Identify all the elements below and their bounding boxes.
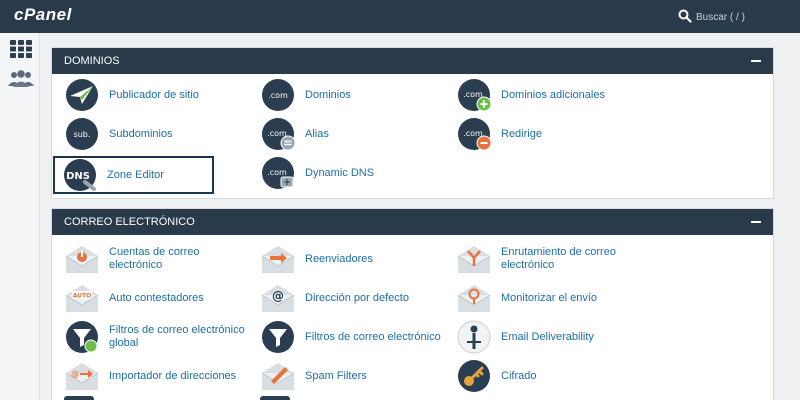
- item-email-filters[interactable]: Filtros de correo electrónico: [250, 320, 446, 354]
- item-subdomains[interactable]: sub. Subdominios: [54, 117, 250, 151]
- item-label: Enrutamiento de correo electrónico: [501, 246, 616, 271]
- grid-icon[interactable]: [8, 38, 34, 60]
- filter-icon: [262, 321, 294, 353]
- item-label: Importador de direcciones: [109, 369, 237, 382]
- svg-text:.com: .com: [267, 168, 287, 177]
- svg-text:@: @: [272, 289, 284, 303]
- item-label: Email Deliverability: [501, 330, 594, 343]
- section-title: DOMINIOS: [64, 55, 120, 67]
- item-label: Filtros de correo electrónico global: [109, 324, 245, 349]
- item-spam-filters[interactable]: Spam Filters: [250, 359, 446, 393]
- item-zone-editor[interactable]: DNS Zone Editor: [53, 156, 214, 194]
- item-label: Spam Filters: [305, 369, 367, 382]
- dns-icon: DNS: [64, 159, 96, 191]
- item-label: Cuentas de correo electrónico: [109, 246, 200, 271]
- item-label: Zone Editor: [107, 168, 164, 181]
- svg-text:sub.: sub.: [74, 130, 91, 139]
- item-dynamic-dns[interactable]: .com Dynamic DNS: [250, 156, 446, 190]
- svg-text:AUTO: AUTO: [73, 293, 92, 300]
- partial-icon: [260, 396, 290, 400]
- item-email-routing[interactable]: Enrutamiento de correo electrónico: [446, 242, 642, 276]
- item-redirects[interactable]: .com Redirige: [446, 117, 642, 151]
- mail-accounts-icon: [65, 246, 99, 273]
- item-label: Redirige: [501, 127, 542, 140]
- item-autoresponders[interactable]: AUTO Auto contestadores: [54, 281, 250, 315]
- mail-forward-icon: [261, 246, 295, 273]
- item-track-delivery[interactable]: Monitorizar el envío: [446, 281, 642, 315]
- svg-text:.com: .com: [268, 91, 288, 100]
- mail-import-icon: @: [65, 363, 99, 390]
- item-address-importer[interactable]: @ Importador de direcciones: [54, 359, 250, 393]
- search-icon[interactable]: [678, 9, 692, 23]
- item-label: Dominios: [305, 88, 351, 101]
- item-forwarders[interactable]: Reenviadores: [250, 242, 446, 276]
- svg-text:@: @: [71, 370, 79, 379]
- item-email-deliverability[interactable]: Email Deliverability: [446, 320, 642, 354]
- item-addon-domains[interactable]: .com Dominios adicionales: [446, 78, 642, 112]
- deliverability-icon: [457, 320, 491, 354]
- item-label: Subdominios: [109, 127, 173, 140]
- global-filter-icon: [66, 321, 98, 353]
- item-label: Publicador de sitio: [109, 88, 199, 101]
- domains-header[interactable]: DOMINIOS: [52, 48, 773, 74]
- cpanel-logo[interactable]: cPanel: [14, 5, 72, 25]
- section-title: CORREO ELECTRÓNICO: [64, 216, 195, 228]
- item-global-filters[interactable]: Filtros de correo electrónico global: [54, 320, 250, 354]
- spam-filter-icon: [261, 363, 295, 390]
- next-row-partial: [51, 394, 774, 400]
- item-site-publisher[interactable]: Publicador de sitio: [54, 78, 250, 112]
- sub-icon: sub.: [66, 118, 98, 150]
- item-label: Monitorizar el envío: [501, 291, 597, 304]
- collapse-icon[interactable]: [751, 221, 761, 223]
- dot-com-plus-icon: .com: [458, 79, 492, 112]
- site-publisher-icon: [66, 79, 98, 111]
- key-icon: [458, 360, 490, 392]
- item-label: Alias: [305, 127, 329, 140]
- domains-section: DOMINIOS Publicador de sitio .com Domini…: [51, 47, 774, 199]
- item-label: Cifrado: [501, 369, 537, 382]
- mail-at-icon: @: [261, 285, 295, 312]
- email-header[interactable]: CORREO ELECTRÓNICO: [52, 209, 773, 235]
- partial-icon: [64, 396, 94, 400]
- item-label: Dynamic DNS: [305, 166, 375, 179]
- dot-com-icon: .com: [262, 79, 294, 111]
- item-aliases[interactable]: .com Alias: [250, 117, 446, 151]
- top-bar: cPanel: [0, 0, 800, 33]
- item-default-address[interactable]: @ Dirección por defecto: [250, 281, 446, 315]
- mail-monitor-icon: [457, 285, 491, 312]
- item-label: Dominios adicionales: [501, 88, 605, 101]
- item-label: Filtros de correo electrónico: [305, 330, 441, 343]
- item-email-accounts[interactable]: Cuentas de correo electrónico: [54, 242, 250, 276]
- email-section: CORREO ELECTRÓNICO Cuentas de correo ele…: [51, 208, 774, 394]
- search-input[interactable]: [696, 9, 792, 25]
- item-label: Reenviadores: [305, 252, 373, 265]
- mail-routing-icon: [457, 246, 491, 273]
- sidebar: [0, 33, 40, 400]
- collapse-icon[interactable]: [751, 60, 761, 62]
- dot-com-dynamic-icon: .com: [262, 157, 294, 189]
- item-label: Dirección por defecto: [305, 291, 409, 304]
- svg-text:DNS: DNS: [66, 171, 90, 182]
- dot-com-redirect-icon: .com: [458, 118, 492, 151]
- dot-com-minus-icon: .com: [262, 118, 296, 151]
- users-icon[interactable]: [8, 68, 34, 90]
- mail-autoresponder-icon: AUTO: [65, 285, 99, 312]
- item-encryption[interactable]: Cifrado: [446, 359, 642, 393]
- item-domains[interactable]: .com Dominios: [250, 78, 446, 112]
- item-label: Auto contestadores: [109, 291, 204, 304]
